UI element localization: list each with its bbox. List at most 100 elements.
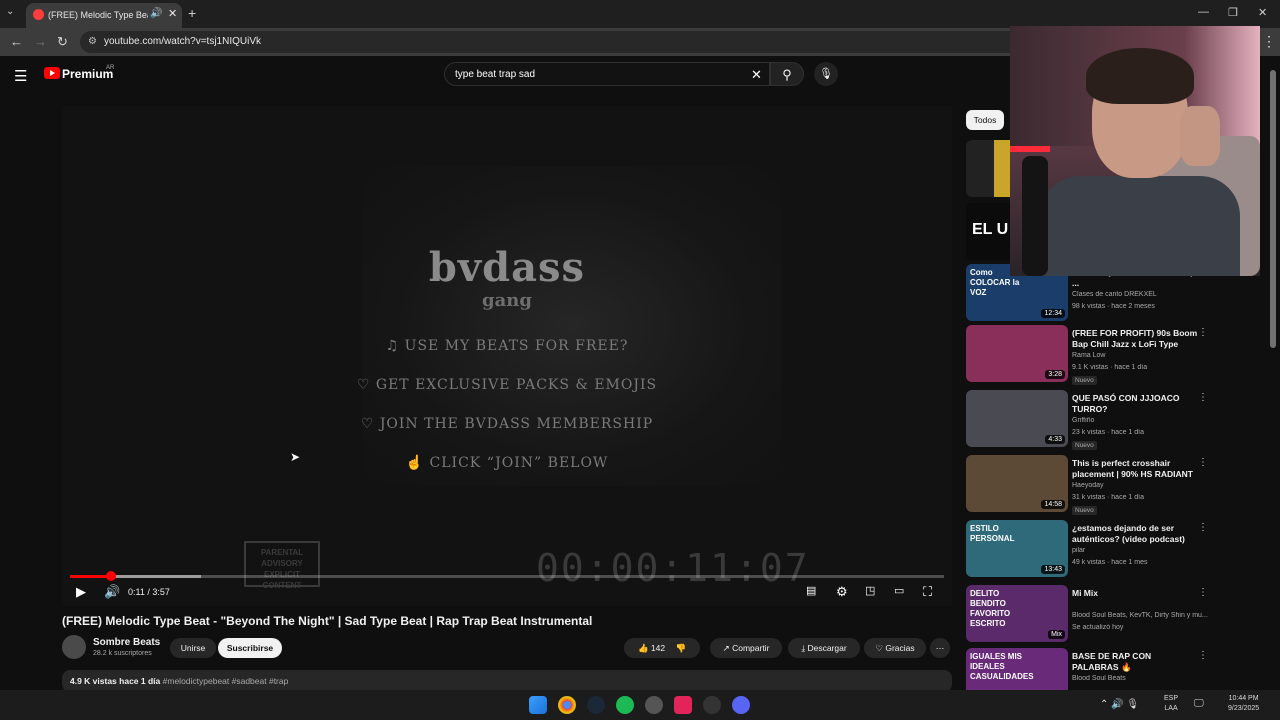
related-menu-icon[interactable]: ⋮ [1198, 587, 1208, 598]
related-video-title[interactable]: (FREE FOR PROFIT) 90s Boom Bap Chill Jaz… [1072, 328, 1198, 351]
related-channel[interactable]: Rama Low [1072, 352, 1212, 359]
related-video-title[interactable]: ¿estamos dejando de ser auténticos? (vid… [1072, 523, 1198, 545]
promo-line: ☝ CLICK “JOIN” BELOW [405, 455, 609, 471]
play-icon[interactable]: ▶ [76, 584, 86, 600]
search-button[interactable]: ⚲ [770, 62, 804, 86]
channel-name[interactable]: Sombre Beats [93, 637, 160, 648]
close-window-icon[interactable]: ✕ [1258, 6, 1267, 19]
site-info-icon[interactable]: ⚙ [88, 36, 97, 47]
tab-search-icon[interactable]: ⌄ [6, 6, 14, 17]
related-channel[interactable]: Clases de canto DREKXEL [1072, 291, 1212, 298]
settings-icon[interactable]: ⚙ [836, 584, 848, 600]
clear-search-icon[interactable]: ✕ [751, 67, 762, 83]
volume-icon[interactable]: 🔊 [104, 584, 120, 600]
search-query: type beat trap sad [455, 69, 536, 80]
guide-menu-icon[interactable]: ☰ [14, 67, 27, 85]
join-button[interactable]: Unirse [170, 638, 216, 658]
browser-tab-strip: ⌄ (FREE) Melodic Type Beat - 🔊 ✕ + — ❐ ✕ [0, 0, 1280, 28]
related-video-title[interactable]: Mi Mix [1072, 588, 1198, 599]
video-duration: 13:43 [1041, 565, 1065, 574]
video-thumbnail[interactable]: ESTILO PERSONAL 13:43 [966, 520, 1068, 577]
scrubber-handle[interactable] [106, 571, 117, 581]
more-actions-icon[interactable]: ⋯ [930, 638, 950, 658]
mouse-cursor-icon: ➤ [290, 450, 301, 464]
related-video-title[interactable]: QUE PASÓ CON JJJOACO TURRO? [1072, 393, 1198, 415]
related-video-title[interactable]: BASE DE RAP CON PALABRAS 🔥 ENTRENAMIENTO… [1072, 651, 1198, 674]
webcam-person-body [1040, 176, 1240, 276]
related-video-title[interactable]: This is perfect crosshair placement | 90… [1072, 458, 1198, 481]
app-icon[interactable] [645, 696, 663, 714]
subscriber-count: 28.2 k suscriptores [93, 650, 152, 657]
system-tray-icons[interactable]: ⌃ 🔊 🎙 [1100, 699, 1139, 710]
tiktok-icon[interactable] [674, 696, 692, 714]
reload-icon[interactable]: ↻ [57, 34, 68, 50]
theater-mode-icon[interactable]: ▭ [894, 584, 904, 597]
related-menu-icon[interactable]: ⋮ [1198, 650, 1208, 661]
subscribe-button[interactable]: Suscribirse [218, 638, 282, 658]
related-menu-icon[interactable]: ⋮ [1198, 327, 1208, 338]
related-channel[interactable]: Blood Soul Beats [1072, 675, 1212, 682]
discord-icon[interactable] [732, 696, 750, 714]
video-thumbnail[interactable]: 14:58 [966, 455, 1068, 512]
like-icon[interactable]: 👍 [638, 643, 649, 653]
related-channel[interactable]: pilar [1072, 547, 1212, 554]
webcam-person-hair [1086, 48, 1194, 104]
video-thumbnail[interactable]: DELITO BENDITO FAVORITO ESCRITO Mix [966, 585, 1068, 642]
lang-code: ESP [1164, 695, 1179, 702]
start-icon[interactable] [529, 696, 547, 714]
microphone-icon: 🎙 [819, 68, 833, 80]
fullscreen-icon[interactable]: ⛶ [923, 584, 932, 600]
related-meta: 9.1 K vistas · hace 1 día [1072, 364, 1148, 371]
video-player[interactable]: bvdass gang ♫ USE MY BEATS FOR FREE? ♡ G… [62, 106, 952, 606]
subtitles-icon[interactable]: ▤ [806, 584, 816, 597]
new-tab-icon[interactable]: + [188, 5, 196, 21]
like-dislike-group[interactable]: 👍 142 👎 [624, 638, 700, 658]
steam-icon[interactable] [587, 696, 605, 714]
video-thumbnail[interactable]: 4:33 [966, 390, 1068, 447]
related-channel[interactable]: Blood Soul Beats, KevTK, Dirty Shin y mu… [1072, 612, 1212, 619]
search-icon: ⚲ [782, 67, 792, 82]
related-channel[interactable]: Griffiño [1072, 417, 1212, 424]
voice-search-button[interactable]: 🎙 [814, 62, 838, 86]
network-icon[interactable]: 🖵 [1194, 698, 1204, 709]
miniplayer-icon[interactable]: ◳ [865, 584, 875, 597]
clock[interactable]: 10:44 PM 9/23/2025 [1228, 694, 1259, 714]
hashtags[interactable]: #melodictypebeat #sadbeat #trap [163, 676, 289, 686]
forward-icon[interactable]: → [34, 34, 47, 49]
thanks-icon: ♡ [875, 643, 883, 653]
filter-chip-all[interactable]: Todos [966, 110, 1004, 130]
search-input[interactable]: type beat trap sad ✕ [444, 62, 770, 86]
share-button[interactable]: ↗ Compartir [710, 638, 782, 658]
back-icon[interactable]: ← [10, 34, 23, 49]
download-button[interactable]: ⤓ Descargar [788, 638, 860, 658]
share-label: Compartir [732, 643, 770, 653]
restore-icon[interactable]: ❐ [1228, 6, 1238, 19]
thanks-button[interactable]: ♡ Gracias [864, 638, 926, 658]
country-code: AR [106, 65, 115, 71]
minimize-icon[interactable]: — [1198, 6, 1209, 18]
related-menu-icon[interactable]: ⋮ [1198, 457, 1208, 468]
chrome-icon[interactable] [558, 696, 576, 714]
channel-avatar[interactable] [62, 635, 86, 659]
related-menu-icon[interactable]: ⋮ [1198, 392, 1208, 403]
related-channel[interactable]: Haeyoday [1072, 482, 1212, 489]
video-thumbnail[interactable]: 3:28 [966, 325, 1068, 382]
related-meta: 31 k vistas · hace 1 día [1072, 494, 1144, 501]
browser-tab[interactable]: (FREE) Melodic Type Beat - 🔊 ✕ [26, 3, 182, 28]
dislike-icon[interactable]: 👎 [675, 643, 686, 653]
media-player-icon[interactable] [703, 696, 721, 714]
youtube-logo-icon[interactable] [44, 67, 60, 79]
browser-menu-icon[interactable]: ⋮ [1262, 33, 1276, 50]
tab-close-icon[interactable]: ✕ [168, 7, 177, 20]
related-meta: 98 k vistas · hace 2 meses [1072, 303, 1155, 310]
sidebar-scrollbar[interactable] [1270, 70, 1276, 348]
related-menu-icon[interactable]: ⋮ [1198, 522, 1208, 533]
upload-age: hace 1 día [119, 676, 161, 686]
description-box[interactable]: 4.9 K vistas hace 1 día #melodictypebeat… [62, 670, 952, 692]
input-language[interactable]: ESP LAA [1164, 694, 1178, 714]
progress-bar[interactable] [70, 571, 944, 581]
tab-audio-icon[interactable]: 🔊 [150, 8, 162, 19]
promo-line: ♫ USE MY BEATS FOR FREE? [385, 338, 629, 354]
new-badge: Nuevo [1072, 376, 1097, 385]
spotify-icon[interactable] [616, 696, 634, 714]
